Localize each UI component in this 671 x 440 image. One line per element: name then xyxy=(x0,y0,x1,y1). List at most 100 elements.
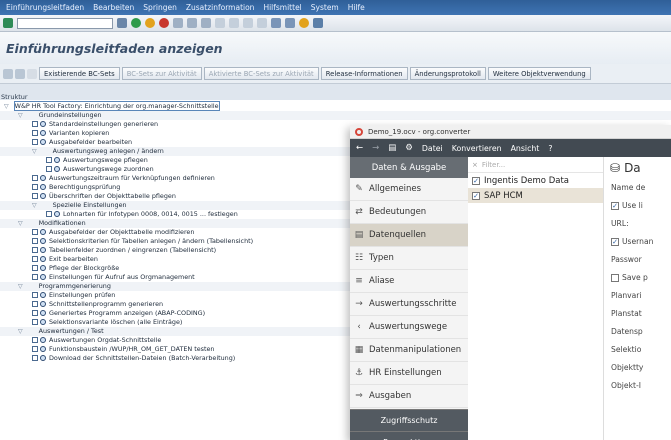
app-toolbar-button[interactable]: Weitere Objektverwendung xyxy=(487,67,591,80)
documentation-icon[interactable] xyxy=(32,229,38,235)
documentation-icon[interactable] xyxy=(32,319,38,325)
execute-icon[interactable] xyxy=(54,211,60,217)
app-menu-item[interactable]: Datei xyxy=(422,144,443,153)
nav-item[interactable]: ▤ Datenquellen xyxy=(350,224,468,247)
execute-icon[interactable] xyxy=(40,256,46,262)
tree-root[interactable]: ▽ W&P HR Tool Factory: Einrichtung der or… xyxy=(0,101,671,111)
menu-item[interactable]: System xyxy=(311,3,339,12)
data-source-item[interactable]: ✓ SAP HCM xyxy=(468,188,603,203)
app-menu-item[interactable]: Konvertieren xyxy=(452,144,502,153)
execute-icon[interactable] xyxy=(40,310,46,316)
expand-triangle-icon[interactable]: ▽ xyxy=(18,282,23,291)
clear-icon[interactable]: × xyxy=(472,161,478,169)
bookmark-icon[interactable] xyxy=(27,68,37,79)
menu-item[interactable]: Hilfsmittel xyxy=(263,3,301,12)
nav-item[interactable]: ‹ Auswertungswege xyxy=(350,316,468,339)
filter-field[interactable]: × Filter... xyxy=(468,157,603,173)
command-field[interactable] xyxy=(17,17,113,29)
documentation-icon[interactable] xyxy=(46,157,52,163)
nav-item[interactable]: ▦ Datenmanipulationen xyxy=(350,339,468,362)
expand-triangle-icon[interactable]: ▽ xyxy=(18,219,23,228)
documentation-icon[interactable] xyxy=(32,346,38,352)
documentation-icon[interactable] xyxy=(32,130,38,136)
run-icon[interactable]: ⚙ xyxy=(405,143,413,153)
documentation-icon[interactable] xyxy=(46,166,52,172)
check-icon[interactable] xyxy=(3,18,13,28)
execute-icon[interactable] xyxy=(40,229,46,235)
execute-icon[interactable] xyxy=(40,193,46,199)
nav-item[interactable]: → Auswertungsschritte xyxy=(350,293,468,316)
documentation-icon[interactable] xyxy=(32,337,38,343)
app-toolbar-button[interactable]: Änderungsprotokoll xyxy=(409,67,486,80)
layout-icon[interactable] xyxy=(313,18,323,28)
data-source-item[interactable]: ✓ Ingentis Demo Data xyxy=(468,173,603,188)
print-icon[interactable] xyxy=(173,18,183,28)
checkbox[interactable] xyxy=(611,274,619,282)
tree-node[interactable]: ▽ Grundeinstellungen xyxy=(0,111,671,120)
documentation-icon[interactable] xyxy=(32,247,38,253)
nav-item[interactable]: ⇄ Bedeutungen xyxy=(350,201,468,224)
documentation-icon[interactable] xyxy=(32,301,38,307)
execute-icon[interactable] xyxy=(40,184,46,190)
checkbox[interactable]: ✓ xyxy=(611,202,619,210)
nav-item[interactable]: ⚓ HR Einstellungen xyxy=(350,362,468,385)
menu-item[interactable]: Einführungsleitfaden xyxy=(6,3,84,12)
execute-icon[interactable] xyxy=(40,247,46,253)
checkbox[interactable]: ✓ xyxy=(472,176,480,185)
save-icon[interactable] xyxy=(117,18,127,28)
find-icon[interactable] xyxy=(187,18,197,28)
nav-footer-button[interactable]: Perspektiven xyxy=(350,431,468,440)
help-icon[interactable] xyxy=(299,18,309,28)
exit-icon[interactable] xyxy=(145,18,155,28)
app-toolbar-button[interactable]: Aktivierte BC-Sets zur Aktivität xyxy=(203,67,319,80)
execute-icon[interactable] xyxy=(40,319,46,325)
execute-icon[interactable] xyxy=(40,130,46,136)
app-menu-item[interactable]: Ansicht xyxy=(511,144,540,153)
execute-icon[interactable] xyxy=(40,301,46,307)
execute-icon[interactable] xyxy=(40,175,46,181)
execute-icon[interactable] xyxy=(40,337,46,343)
expand-triangle-icon[interactable]: ▽ xyxy=(18,327,23,336)
app-toolbar-button[interactable]: Release-Informationen xyxy=(320,67,408,80)
next-page-icon[interactable] xyxy=(243,18,253,28)
documentation-icon[interactable] xyxy=(32,139,38,145)
execute-icon[interactable] xyxy=(40,292,46,298)
menu-item[interactable]: Zusatzinformation xyxy=(186,3,255,12)
prev-page-icon[interactable] xyxy=(229,18,239,28)
nav-footer-button[interactable]: Zugriffsschutz xyxy=(350,409,468,431)
execute-icon[interactable] xyxy=(40,121,46,127)
documentation-icon[interactable] xyxy=(32,256,38,262)
documentation-icon[interactable] xyxy=(32,121,38,127)
execute-icon[interactable] xyxy=(40,238,46,244)
back-icon[interactable] xyxy=(131,18,141,28)
display-change-icon[interactable] xyxy=(3,68,13,79)
forward-arrow-icon[interactable]: → xyxy=(372,143,379,153)
execute-icon[interactable] xyxy=(54,166,60,172)
nav-item[interactable]: ☷ Typen xyxy=(350,247,468,270)
documentation-icon[interactable] xyxy=(32,310,38,316)
menu-item[interactable]: Bearbeiten xyxy=(93,3,134,12)
expand-triangle-icon[interactable]: ▽ xyxy=(32,201,37,210)
execute-icon[interactable] xyxy=(40,346,46,352)
documentation-icon[interactable] xyxy=(32,238,38,244)
documentation-icon[interactable] xyxy=(46,211,52,217)
checkbox[interactable]: ✓ xyxy=(611,238,619,246)
nav-item[interactable]: ⇒ Ausgaben xyxy=(350,385,468,408)
last-page-icon[interactable] xyxy=(257,18,267,28)
execute-icon[interactable] xyxy=(54,157,60,163)
documentation-icon[interactable] xyxy=(32,175,38,181)
menu-item[interactable]: Springen xyxy=(143,3,177,12)
app-toolbar-button[interactable]: BC-Sets zur Aktivität xyxy=(121,67,202,80)
documentation-icon[interactable] xyxy=(32,274,38,280)
expand-triangle-icon[interactable]: ▽ xyxy=(4,102,9,111)
nav-header[interactable]: Daten & Ausgabe xyxy=(350,157,468,178)
menu-item[interactable]: Hilfe xyxy=(348,3,365,12)
back-arrow-icon[interactable]: ← xyxy=(356,143,363,153)
documentation-icon[interactable] xyxy=(32,193,38,199)
structure-icon[interactable] xyxy=(15,68,25,79)
documentation-icon[interactable] xyxy=(32,184,38,190)
checkbox[interactable]: ✓ xyxy=(472,191,480,200)
app-toolbar-button[interactable]: Existierende BC-Sets xyxy=(39,67,120,80)
nav-item[interactable]: ✎ Allgemeines xyxy=(350,178,468,201)
execute-icon[interactable] xyxy=(40,355,46,361)
